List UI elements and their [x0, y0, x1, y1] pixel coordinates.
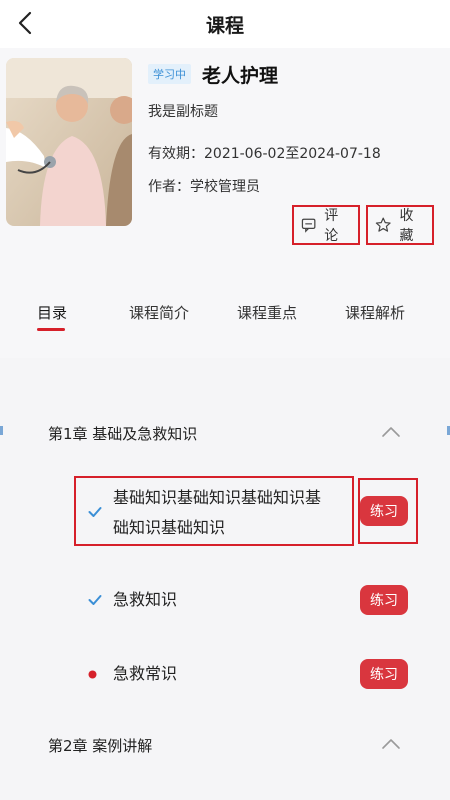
tab-key-points[interactable]: 课程重点 [237, 302, 297, 323]
chapter-title: 第2章 案例讲解 [48, 737, 153, 755]
chevron-up-icon[interactable] [381, 425, 401, 439]
top-bar: 课程 [0, 0, 450, 48]
practice-button[interactable]: 练习 [360, 585, 408, 615]
lesson-title: 急救知识 [113, 590, 178, 609]
practice-button[interactable]: 练习 [360, 659, 408, 689]
comment-icon [301, 218, 316, 233]
progress-dot-icon [88, 670, 97, 679]
tab-catalog[interactable]: 目录 [37, 302, 67, 323]
course-info-card: 学习中 老人护理 我是副标题 有效期：2021-06-02至2024-07-18… [0, 48, 450, 258]
course-tabs: 目录 课程简介 课程重点 课程解析 [0, 258, 450, 358]
course-title: 老人护理 [202, 65, 279, 87]
chapter-title: 第1章 基础及急救知识 [48, 425, 198, 443]
comment-label: 评论 [324, 208, 339, 244]
favorite-button[interactable]: 收藏 [366, 205, 434, 245]
tab-introduction[interactable]: 课程简介 [129, 302, 189, 323]
validity-period: 有效期：2021-06-02至2024-07-18 [148, 146, 381, 162]
chapter-row[interactable]: 第2章 案例讲解 [0, 725, 450, 765]
cover-illustration [6, 58, 132, 226]
course-subtitle: 我是副标题 [148, 104, 218, 120]
active-tab-indicator [37, 328, 65, 331]
chapter-row[interactable]: 第1章 基础及急救知识 [0, 413, 450, 453]
lesson-title: 急救常识 [113, 664, 178, 683]
status-badge: 学习中 [148, 64, 191, 84]
tab-analysis[interactable]: 课程解析 [345, 302, 405, 323]
highlight-box [74, 476, 354, 546]
course-author: 作者：学校管理员 [148, 179, 260, 195]
star-icon [375, 217, 391, 232]
catalog-list: 第1章 基础及急救知识 基础知识基础知识基础知识基 础知识基础知识 练习 急救知… [0, 358, 450, 800]
page-title: 课程 [205, 15, 244, 37]
course-cover-image[interactable] [6, 58, 132, 226]
comment-button[interactable]: 评论 [292, 205, 360, 245]
lesson-row[interactable]: 急救常识 练习 [0, 658, 450, 692]
checkmark-icon [88, 595, 102, 605]
chevron-up-icon[interactable] [381, 737, 401, 751]
favorite-label: 收藏 [399, 208, 414, 244]
lesson-row[interactable]: 急救知识 练习 [0, 584, 450, 618]
highlight-box [358, 478, 418, 544]
